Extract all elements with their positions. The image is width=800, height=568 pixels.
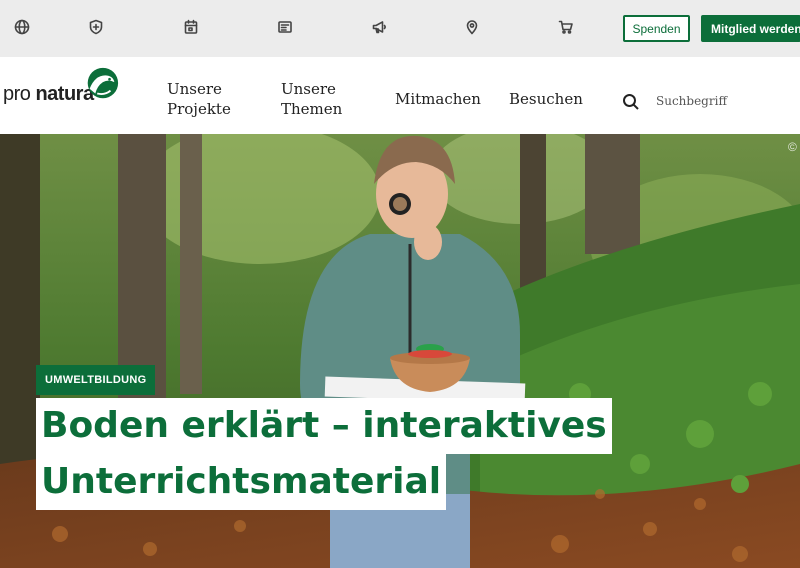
megaphone-icon[interactable] bbox=[370, 18, 388, 36]
photo-credit: © bbox=[788, 140, 797, 154]
newspaper-icon[interactable] bbox=[276, 18, 294, 36]
salamander-logo-icon bbox=[87, 67, 119, 99]
nav-unsere-projekte[interactable]: Unsere Projekte bbox=[167, 79, 231, 119]
nav-unsere-themen[interactable]: Unsere Themen bbox=[281, 79, 342, 119]
location-pin-icon[interactable] bbox=[463, 18, 481, 36]
category-badge[interactable]: UMWELTBILDUNG bbox=[36, 365, 156, 395]
globe-icon[interactable] bbox=[13, 18, 31, 36]
calendar-icon[interactable] bbox=[182, 18, 200, 36]
utility-bar: Spenden Mitglied werden bbox=[0, 0, 800, 57]
hero-title[interactable]: Boden erklärt – interaktives Unterrichts… bbox=[36, 398, 612, 510]
search-input[interactable] bbox=[656, 89, 766, 113]
hero-title-line-2: Unterrichtsmaterial bbox=[36, 454, 447, 510]
donate-button[interactable]: Spenden bbox=[623, 15, 690, 42]
nav-mitmachen[interactable]: Mitmachen bbox=[395, 89, 481, 109]
search-icon[interactable] bbox=[622, 93, 640, 111]
hero-title-line-1: Boden erklärt – interaktives bbox=[36, 398, 612, 454]
logo-wordmark: pro natura bbox=[3, 83, 94, 105]
pro-natura-logo[interactable]: pro natura bbox=[3, 65, 123, 109]
become-member-button[interactable]: Mitglied werden bbox=[701, 15, 800, 42]
nav-besuchen[interactable]: Besuchen bbox=[509, 89, 583, 109]
hero-banner: © UMWELTBILDUNG Boden erklärt – interakt… bbox=[0, 134, 800, 568]
shield-icon[interactable] bbox=[87, 18, 105, 36]
cart-icon[interactable] bbox=[557, 18, 575, 36]
